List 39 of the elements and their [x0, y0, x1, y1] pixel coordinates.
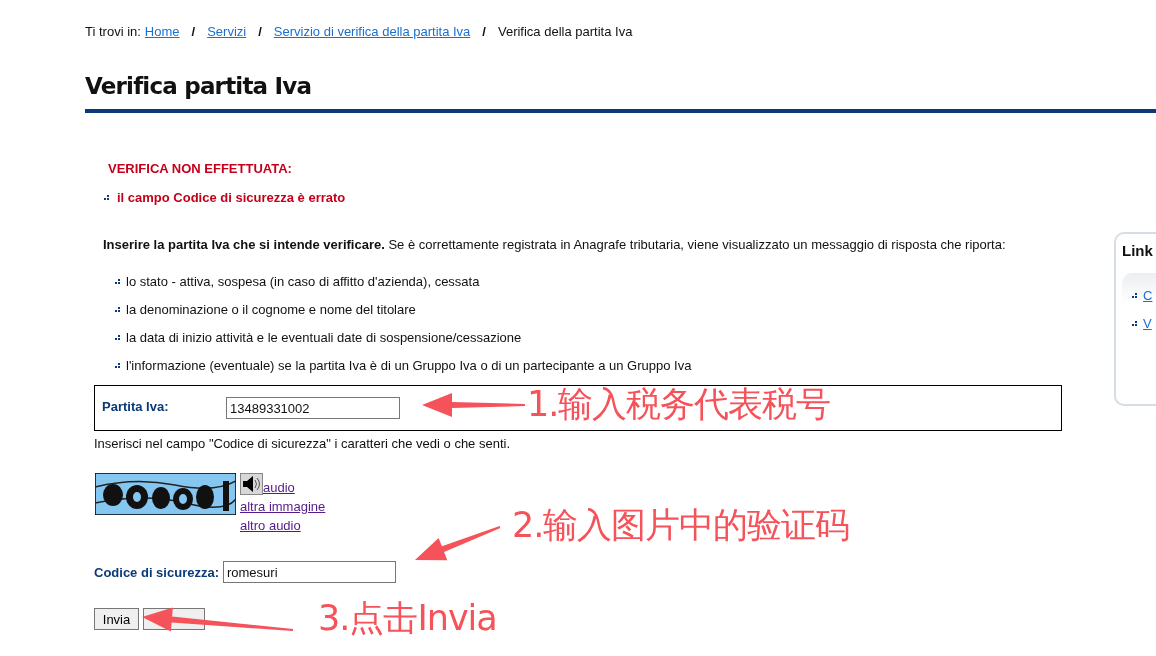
captcha-link[interactable]: audio [263, 480, 295, 495]
bullet-icon [115, 278, 120, 284]
vat-number-field[interactable]: 13489331002 [226, 397, 400, 419]
bullet-icon [1132, 292, 1137, 298]
submit-button[interactable]: Invia [94, 608, 139, 630]
error-heading: VERIFICA NON EFFETTUATA: [108, 161, 293, 176]
field-label: Codice di sicurezza: [94, 564, 219, 580]
breadcrumb-link[interactable]: Servizio di verifica della partita Iva [273, 24, 471, 39]
bullet-icon [104, 195, 109, 200]
intro-text: Inserire la partita Iva che si intende verificare. Se è correttamente registrata in Anagrafe tributaria, viene visualizzato un messaggio di risposta che riporta: [103, 237, 1007, 252]
panel-link[interactable]: V [1143, 315, 1152, 331]
list-item-text: la denominazione o il cognome e nome del titolare [126, 301, 416, 317]
captcha-link[interactable]: altro audio [240, 518, 326, 533]
breadcrumb-link[interactable]: Home [144, 24, 180, 39]
panel-link[interactable]: C [1143, 287, 1153, 303]
speaker-icon[interactable] [240, 473, 263, 495]
field-label: Partita Iva: [102, 398, 170, 414]
breadcrumb-label: Ti trovi in: [85, 24, 141, 39]
breadcrumb-separator: / [191, 24, 196, 39]
bullet-icon [115, 334, 120, 340]
annotation-text: 1.输入税务代表税号 [527, 384, 831, 424]
annotation-text: 2.输入图片中的验证码 [512, 505, 850, 545]
bullet-icon [115, 362, 120, 368]
list-item-text: l'informazione (eventuale) se la partita Iva è di un Gruppo Iva o di un partecipante a un Gruppo Iva [126, 357, 692, 373]
breadcrumb-current: Verifica della partita Iva [497, 24, 633, 39]
annotation-text: 3.点击Invia [318, 598, 497, 638]
security-code-field[interactable]: romesuri [223, 561, 396, 583]
list-item-text: la data di inizio attività e le eventuali date di sospensione/cessazione [126, 329, 522, 345]
list-item-text: lo stato - attiva, sospesa (in caso di affitto d'azienda), cessata [126, 273, 480, 289]
error-message: il campo Codice di sicurezza è errato [117, 190, 346, 205]
breadcrumb-link[interactable]: Servizi [207, 24, 247, 39]
breadcrumb-separator: / [482, 24, 486, 39]
breadcrumb-separator: / [258, 24, 262, 39]
bullet-icon [115, 306, 120, 312]
captcha-link[interactable]: altra immagine [240, 499, 326, 514]
page-title: Verifica partita Iva [85, 73, 1156, 113]
bullet-icon [1132, 320, 1137, 326]
panel-title: Link [1122, 242, 1154, 259]
hint-text: Inserisci nel campo "Codice di sicurezza" i caratteri che vedi o che senti. [94, 436, 512, 451]
